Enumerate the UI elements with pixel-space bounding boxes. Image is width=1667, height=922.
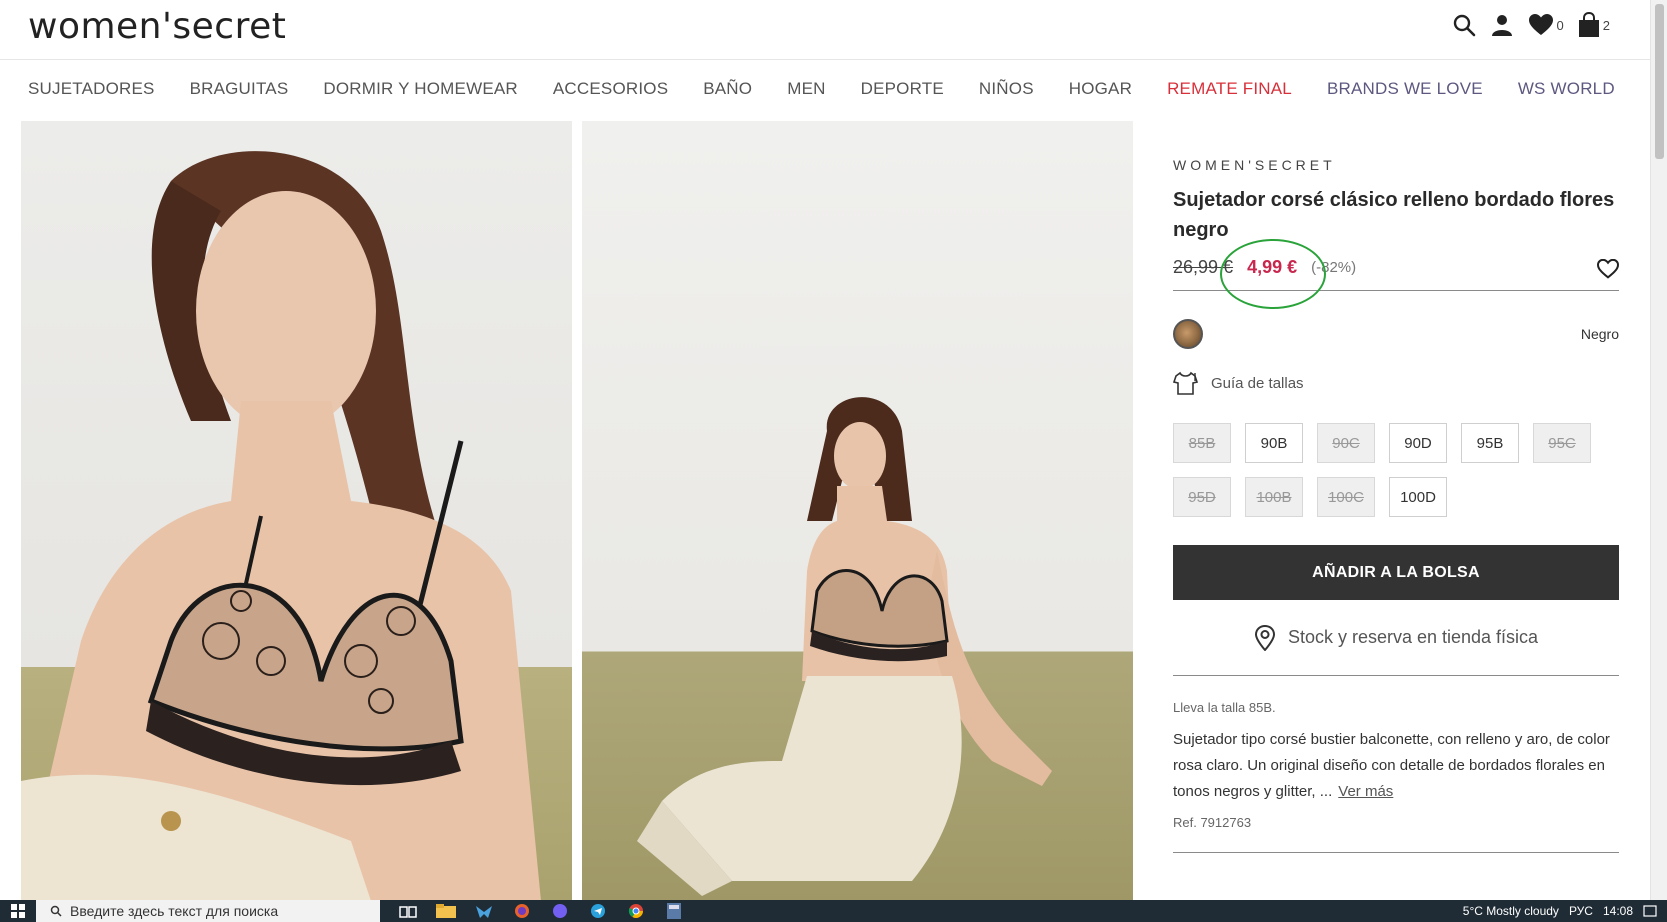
- page-scrollbar[interactable]: [1650, 0, 1667, 900]
- site-header: women'secret 0 2: [0, 0, 1650, 60]
- taskbar-apps: [396, 901, 686, 921]
- color-swatch[interactable]: [1173, 319, 1203, 349]
- size-option-90b[interactable]: 90B: [1245, 423, 1303, 463]
- product-info: WOMEN'SECRET Sujetador corsé clásico rel…: [1173, 121, 1620, 853]
- divider: [1173, 852, 1619, 853]
- product-photo-full: [637, 397, 1052, 896]
- product-image-2[interactable]: [582, 121, 1133, 901]
- model-size-note: Lleva la talla 85B.: [1173, 700, 1276, 715]
- size-option-90c[interactable]: 90C: [1317, 423, 1375, 463]
- old-price: 26,99 €: [1173, 257, 1234, 277]
- nav-remate-final[interactable]: REMATE FINAL: [1167, 79, 1292, 99]
- nav-ws-world[interactable]: WS WORLD: [1518, 79, 1615, 99]
- task-view-icon: [399, 906, 417, 918]
- account-button[interactable]: [1490, 13, 1514, 37]
- shopping-bag-icon: [1578, 12, 1599, 37]
- heart-icon: [1528, 14, 1553, 35]
- viber-button[interactable]: [548, 901, 572, 921]
- store-stock-link[interactable]: Stock y reserva en tienda física: [1173, 600, 1619, 676]
- store-stock-label: Stock y reserva en tienda física: [1287, 627, 1539, 647]
- product-image-1[interactable]: [21, 121, 572, 901]
- task-view-button[interactable]: [396, 901, 420, 921]
- size-option-85b[interactable]: 85B: [1173, 423, 1231, 463]
- nav-ninos[interactable]: NIÑOS: [979, 79, 1034, 99]
- size-guide-link[interactable]: Guía de tallas: [1173, 371, 1619, 395]
- clock[interactable]: 14:08: [1603, 904, 1633, 918]
- size-option-100b[interactable]: 100B: [1245, 477, 1303, 517]
- wishlist-button[interactable]: 0: [1528, 13, 1564, 37]
- discount-percentage: (-82%): [1311, 259, 1357, 276]
- firefox-icon: [515, 904, 529, 918]
- windows-logo-icon: [11, 904, 25, 918]
- language-indicator[interactable]: РУС: [1569, 904, 1593, 918]
- start-button[interactable]: [0, 900, 36, 922]
- bag-button[interactable]: 2: [1578, 12, 1610, 38]
- search-icon: [50, 905, 62, 917]
- folder-icon: [436, 904, 456, 918]
- search-button[interactable]: [1452, 13, 1476, 37]
- size-option-95d[interactable]: 95D: [1173, 477, 1231, 517]
- size-option-95c[interactable]: 95C: [1533, 423, 1591, 463]
- header-icons: 0 2: [1452, 12, 1610, 38]
- size-guide-label: Guía de tallas: [1211, 374, 1304, 392]
- system-tray: 5°C Mostly cloudy РУС 14:08: [1463, 900, 1667, 922]
- bird-app-icon: [476, 906, 492, 918]
- product-brand: WOMEN'SECRET: [1173, 157, 1336, 173]
- nav-bano[interactable]: BAÑO: [703, 79, 752, 99]
- site-logo[interactable]: women'secret: [28, 6, 286, 47]
- calculator-icon: [667, 903, 681, 919]
- weather-widget[interactable]: 5°C Mostly cloudy: [1463, 904, 1559, 918]
- add-to-wishlist-button[interactable]: [1596, 258, 1620, 284]
- calculator-button[interactable]: [662, 901, 686, 921]
- location-pin-icon: [1254, 624, 1275, 651]
- nav-brands-we-love[interactable]: BRANDS WE LOVE: [1327, 79, 1483, 99]
- telegram-icon: [591, 904, 605, 918]
- tshirt-ruler-icon: [1173, 371, 1199, 395]
- viber-icon: [553, 904, 567, 918]
- size-option-100d[interactable]: 100D: [1389, 477, 1447, 517]
- product-description: Sujetador tipo corsé bustier balconette,…: [1173, 727, 1619, 805]
- price-row: 26,99 € 4,99 € (-82%): [1173, 239, 1620, 309]
- size-option-95b[interactable]: 95B: [1461, 423, 1519, 463]
- nav-deporte[interactable]: DEPORTE: [861, 79, 944, 99]
- nav-hogar[interactable]: HOGAR: [1069, 79, 1132, 99]
- product-title: Sujetador corsé clásico relleno bordado …: [1173, 189, 1615, 241]
- wishlist-count: 0: [1556, 17, 1564, 33]
- taskbar-search-placeholder: Введите здесь текст для поиска: [70, 903, 279, 919]
- size-option-100c[interactable]: 100C: [1317, 477, 1375, 517]
- notifications-icon[interactable]: [1643, 905, 1657, 917]
- chrome-icon: [628, 904, 643, 918]
- firefox-button[interactable]: [510, 901, 534, 921]
- nav-dormir-homewear[interactable]: DORMIR Y HOMEWEAR: [323, 79, 518, 99]
- main-nav: SUJETADORES BRAGUITAS DORMIR Y HOMEWEAR …: [0, 60, 1650, 118]
- scrollbar-thumb[interactable]: [1655, 4, 1664, 159]
- see-more-link[interactable]: Ver más: [1338, 783, 1393, 800]
- page: women'secret 0 2 SUJETADORES BRAGUITAS D…: [0, 0, 1667, 922]
- nav-accesorios[interactable]: ACCESORIOS: [553, 79, 668, 99]
- product-reference: Ref. 7912763: [1173, 815, 1252, 830]
- bag-count: 2: [1602, 17, 1610, 33]
- size-selector: 85B 90B 90C 90D 95B 95C 95D 100B 100C 10…: [1173, 423, 1619, 517]
- add-to-bag-button[interactable]: AÑADIR A LA BOLSA: [1173, 545, 1619, 600]
- telegram-button[interactable]: [586, 901, 610, 921]
- user-icon: [1491, 15, 1512, 36]
- color-selector: Negro: [1173, 319, 1619, 349]
- taskbar-search[interactable]: Введите здесь текст для поиска: [36, 900, 380, 922]
- product-photo-closeup: [21, 151, 541, 901]
- selected-color-name: Negro: [1580, 326, 1619, 342]
- sale-price: 4,99 €: [1247, 257, 1298, 277]
- nav-sujetadores[interactable]: SUJETADORES: [28, 79, 155, 99]
- chrome-button[interactable]: [624, 901, 648, 921]
- file-explorer-button[interactable]: [434, 901, 458, 921]
- heart-outline-icon: [1596, 258, 1620, 279]
- app-button-1[interactable]: [472, 901, 496, 921]
- windows-taskbar: Введите здесь текст для поиска 5°C Mostl…: [0, 900, 1667, 922]
- search-icon: [1453, 14, 1475, 37]
- nav-braguitas[interactable]: BRAGUITAS: [190, 79, 289, 99]
- nav-men[interactable]: MEN: [787, 79, 825, 99]
- size-option-90d[interactable]: 90D: [1389, 423, 1447, 463]
